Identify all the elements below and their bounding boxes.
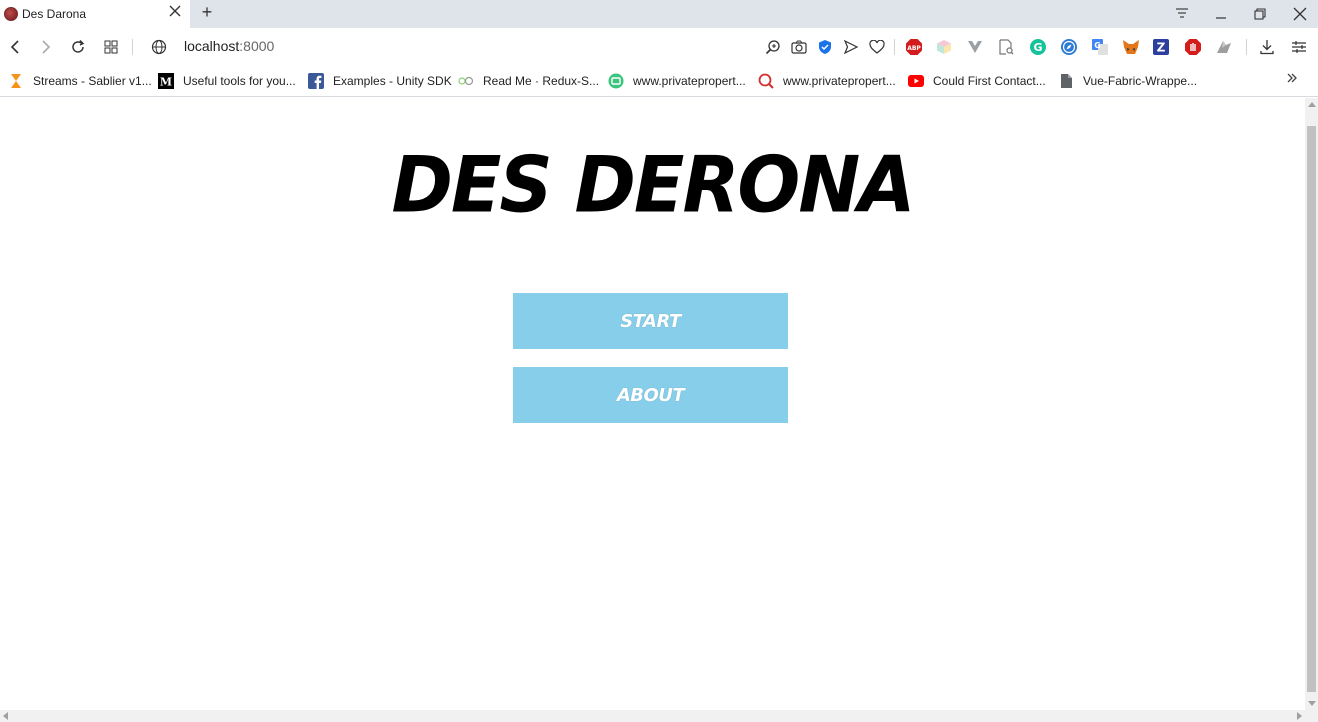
vue-devtools-icon[interactable] [966, 38, 984, 56]
close-window-icon[interactable] [1280, 0, 1318, 28]
vertical-scrollbar[interactable] [1305, 98, 1318, 710]
send-icon[interactable] [842, 38, 860, 56]
start-button[interactable]: Start [513, 293, 788, 349]
bookmark-item[interactable]: www.privatepropert... [608, 72, 746, 90]
bookmark-label: Useful tools for you... [183, 74, 296, 88]
scroll-down-arrow-icon[interactable] [1308, 701, 1316, 706]
toolbar-divider [1246, 39, 1247, 55]
browser-tab[interactable]: Des Darona [0, 0, 190, 28]
minimize-icon[interactable] [1201, 0, 1241, 28]
download-icon[interactable] [1258, 38, 1276, 56]
new-tab-button[interactable]: + [196, 2, 218, 24]
close-tab-icon[interactable] [166, 4, 184, 22]
bookmark-item[interactable]: Could First Contact... [908, 72, 1046, 90]
z-icon[interactable]: Z [1152, 38, 1170, 56]
zoom-icon[interactable] [764, 38, 782, 56]
bookmark-label: Streams - Sablier v1... [33, 74, 152, 88]
forward-icon[interactable] [35, 36, 57, 58]
redux-saga-icon [458, 73, 474, 89]
toolbar-divider [894, 39, 895, 55]
scroll-up-arrow-icon[interactable] [1308, 102, 1316, 107]
bookmark-item[interactable]: M Useful tools for you... [158, 72, 296, 90]
address-bar[interactable]: localhost:8000 [184, 38, 274, 54]
url-port: :8000 [239, 38, 275, 54]
puzzle-icon[interactable] [1215, 38, 1233, 56]
svg-text:G: G [1094, 41, 1101, 50]
heart-icon[interactable] [868, 38, 886, 56]
scrollbar-thumb[interactable] [1307, 126, 1316, 692]
youtube-icon [908, 73, 924, 89]
svg-text:ABP: ABP [907, 45, 921, 52]
svg-text:M: M [160, 76, 172, 89]
stop-hand-icon[interactable] [1184, 38, 1202, 56]
camera-icon[interactable] [790, 38, 808, 56]
bookmark-label: Read Me · Redux-S... [483, 74, 600, 88]
bookmark-label: Examples - Unity SDK [333, 74, 452, 88]
speed-dial-icon[interactable] [100, 36, 122, 58]
privateproperty-icon [608, 73, 624, 89]
page-search-icon[interactable] [997, 38, 1015, 56]
toolbar-divider [132, 39, 133, 55]
grammarly-icon[interactable]: G [1029, 38, 1047, 56]
reload-icon[interactable] [67, 36, 89, 58]
about-button[interactable]: About [513, 367, 788, 423]
bookmark-item[interactable]: Read Me · Redux-S... [458, 72, 599, 90]
bookmark-item[interactable]: Streams - Sablier v1... [8, 72, 152, 90]
document-icon [1058, 73, 1074, 89]
privateproperty-search-icon [758, 73, 774, 89]
compass-icon[interactable] [1060, 38, 1078, 56]
more-bookmarks-icon[interactable] [1286, 71, 1298, 87]
bookmark-item[interactable]: www.privatepropert... [758, 72, 896, 90]
bookmark-label: www.privatepropert... [633, 74, 746, 88]
google-translate-icon[interactable]: G [1091, 38, 1109, 56]
page-viewport: Des Derona Start About [0, 98, 1305, 710]
settings-icon[interactable] [1290, 38, 1308, 56]
url-host: localhost [184, 38, 240, 54]
svg-text:G: G [1033, 41, 1042, 54]
bookmark-label: Could First Contact... [933, 74, 1046, 88]
globe-favicon-icon [4, 7, 18, 21]
browser-toolbar: localhost:8000 ABP G G Z [0, 28, 1318, 66]
bookmarks-bar: Streams - Sablier v1... M Useful tools f… [0, 66, 1318, 97]
shield-check-icon[interactable] [816, 38, 834, 56]
scroll-left-arrow-icon[interactable] [3, 712, 8, 720]
scroll-right-arrow-icon[interactable] [1297, 712, 1302, 720]
sablier-icon [8, 73, 24, 89]
facebook-icon [308, 73, 324, 89]
bookmark-item[interactable]: Vue-Fabric-Wrappe... [1058, 72, 1197, 90]
restore-icon[interactable] [1240, 0, 1280, 28]
page-title: Des Derona [391, 139, 915, 231]
adblock-plus-icon[interactable]: ABP [905, 38, 923, 56]
bookmark-label: Vue-Fabric-Wrappe... [1083, 74, 1198, 88]
tab-title: Des Darona [22, 7, 87, 21]
tab-strip: Des Darona + [0, 0, 1318, 28]
svg-text:Z: Z [1157, 41, 1166, 55]
tab-search-icon[interactable] [1162, 0, 1202, 28]
medium-icon: M [158, 73, 174, 89]
horizontal-scrollbar[interactable] [0, 710, 1318, 722]
bookmark-label: www.privatepropert... [783, 74, 896, 88]
bookmark-item[interactable]: Examples - Unity SDK [308, 72, 452, 90]
metamask-icon[interactable] [1122, 38, 1140, 56]
cube-icon[interactable] [935, 38, 953, 56]
back-icon[interactable] [4, 36, 26, 58]
site-info-globe-icon[interactable] [148, 36, 170, 58]
